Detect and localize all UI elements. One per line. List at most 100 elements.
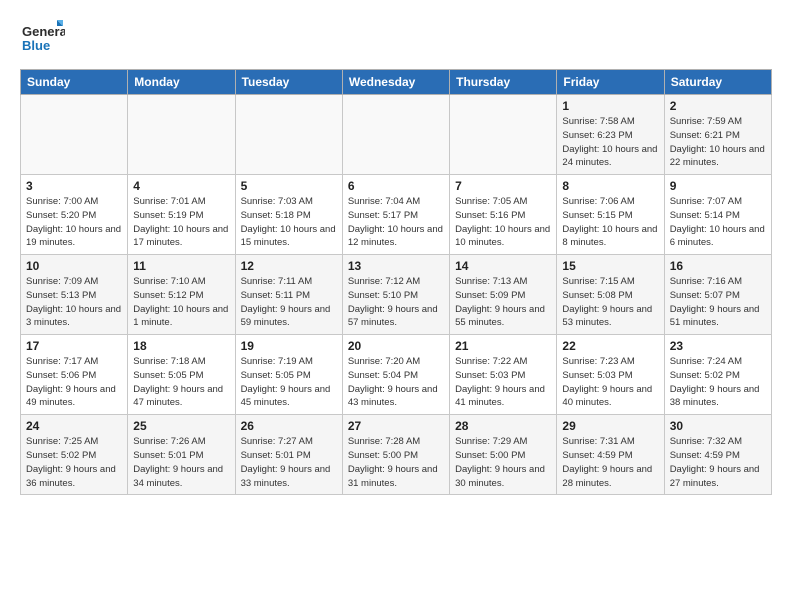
- day-number: 1: [562, 99, 658, 113]
- day-info: Sunrise: 7:58 AM Sunset: 6:23 PM Dayligh…: [562, 115, 658, 170]
- calendar-week-row: 24 Sunrise: 7:25 AM Sunset: 5:02 PM Dayli…: [21, 415, 772, 495]
- day-number: 3: [26, 179, 122, 193]
- calendar-cell: 26 Sunrise: 7:27 AM Sunset: 5:01 PM Dayli…: [235, 415, 342, 495]
- day-number: 26: [241, 419, 337, 433]
- calendar-cell: 6 Sunrise: 7:04 AM Sunset: 5:17 PM Daylig…: [342, 175, 449, 255]
- day-number: 14: [455, 259, 551, 273]
- day-info: Sunrise: 7:07 AM Sunset: 5:14 PM Dayligh…: [670, 195, 766, 250]
- calendar-week-row: 17 Sunrise: 7:17 AM Sunset: 5:06 PM Dayli…: [21, 335, 772, 415]
- col-header-friday: Friday: [557, 70, 664, 95]
- calendar-cell: 18Sunrise: 7:18 AM Sunset: 5:05 PM Dayli…: [128, 335, 235, 415]
- day-info: Sunrise: 7:00 AM Sunset: 5:20 PM Dayligh…: [26, 195, 122, 250]
- day-number: 4: [133, 179, 229, 193]
- col-header-sunday: Sunday: [21, 70, 128, 95]
- day-info: Sunrise: 7:03 AM Sunset: 5:18 PM Dayligh…: [241, 195, 337, 250]
- calendar-cell: 21 Sunrise: 7:22 AM Sunset: 5:03 PM Dayli…: [450, 335, 557, 415]
- day-number: 22: [562, 339, 658, 353]
- day-number: 24: [26, 419, 122, 433]
- day-number: 17: [26, 339, 122, 353]
- day-number: 2: [670, 99, 766, 113]
- day-info: Sunrise: 7:31 AM Sunset: 4:59 PM Dayligh…: [562, 435, 658, 490]
- day-number: 8: [562, 179, 658, 193]
- day-info: Sunrise: 7:26 AM Sunset: 5:01 PM Dayligh…: [133, 435, 229, 490]
- calendar-cell: 24 Sunrise: 7:25 AM Sunset: 5:02 PM Dayli…: [21, 415, 128, 495]
- calendar-cell: 22 Sunrise: 7:23 AM Sunset: 5:03 PM Dayli…: [557, 335, 664, 415]
- day-info: Sunrise: 7:11 AM Sunset: 5:11 PM Dayligh…: [241, 275, 337, 330]
- svg-text:Blue: Blue: [22, 38, 50, 53]
- day-info: Sunrise: 7:17 AM Sunset: 5:06 PM Dayligh…: [26, 355, 122, 410]
- logo-svg: General Blue: [20, 16, 65, 61]
- day-number: 6: [348, 179, 444, 193]
- col-header-saturday: Saturday: [664, 70, 771, 95]
- calendar-cell: 7 Sunrise: 7:05 AM Sunset: 5:16 PM Daylig…: [450, 175, 557, 255]
- calendar-cell: 25 Sunrise: 7:26 AM Sunset: 5:01 PM Dayli…: [128, 415, 235, 495]
- calendar-table: SundayMondayTuesdayWednesdayThursdayFrid…: [20, 69, 772, 495]
- calendar-cell: 17 Sunrise: 7:17 AM Sunset: 5:06 PM Dayli…: [21, 335, 128, 415]
- day-number: 23: [670, 339, 766, 353]
- day-info: Sunrise: 7:25 AM Sunset: 5:02 PM Dayligh…: [26, 435, 122, 490]
- day-info: Sunrise: 7:12 AM Sunset: 5:10 PM Dayligh…: [348, 275, 444, 330]
- day-info: Sunrise: 7:22 AM Sunset: 5:03 PM Dayligh…: [455, 355, 551, 410]
- day-number: 11: [133, 259, 229, 273]
- day-number: 27: [348, 419, 444, 433]
- day-number: 30: [670, 419, 766, 433]
- calendar-cell: 2 Sunrise: 7:59 AM Sunset: 6:21 PM Daylig…: [664, 95, 771, 175]
- calendar-cell: 19 Sunrise: 7:19 AM Sunset: 5:05 PM Dayli…: [235, 335, 342, 415]
- calendar-week-row: 10 Sunrise: 7:09 AM Sunset: 5:13 PM Dayli…: [21, 255, 772, 335]
- day-info: Sunrise: 7:04 AM Sunset: 5:17 PM Dayligh…: [348, 195, 444, 250]
- day-number: 10: [26, 259, 122, 273]
- calendar-cell: 8 Sunrise: 7:06 AM Sunset: 5:15 PM Daylig…: [557, 175, 664, 255]
- day-number: 7: [455, 179, 551, 193]
- day-info: Sunrise: 7:06 AM Sunset: 5:15 PM Dayligh…: [562, 195, 658, 250]
- day-number: 18: [133, 339, 229, 353]
- calendar-cell: [450, 95, 557, 175]
- calendar-cell: 23 Sunrise: 7:24 AM Sunset: 5:02 PM Dayli…: [664, 335, 771, 415]
- calendar-cell: [128, 95, 235, 175]
- day-number: 25: [133, 419, 229, 433]
- day-number: 21: [455, 339, 551, 353]
- calendar-cell: 9 Sunrise: 7:07 AM Sunset: 5:14 PM Daylig…: [664, 175, 771, 255]
- calendar-cell: 20Sunrise: 7:20 AM Sunset: 5:04 PM Dayli…: [342, 335, 449, 415]
- day-number: 15: [562, 259, 658, 273]
- calendar-cell: 16 Sunrise: 7:16 AM Sunset: 5:07 PM Dayli…: [664, 255, 771, 335]
- calendar-cell: [21, 95, 128, 175]
- col-header-monday: Monday: [128, 70, 235, 95]
- calendar-cell: 27 Sunrise: 7:28 AM Sunset: 5:00 PM Dayli…: [342, 415, 449, 495]
- day-info: Sunrise: 7:28 AM Sunset: 5:00 PM Dayligh…: [348, 435, 444, 490]
- col-header-thursday: Thursday: [450, 70, 557, 95]
- day-info: Sunrise: 7:23 AM Sunset: 5:03 PM Dayligh…: [562, 355, 658, 410]
- calendar-cell: 15 Sunrise: 7:15 AM Sunset: 5:08 PM Dayli…: [557, 255, 664, 335]
- logo: General Blue: [20, 16, 65, 61]
- calendar-cell: 1 Sunrise: 7:58 AM Sunset: 6:23 PM Daylig…: [557, 95, 664, 175]
- day-number: 5: [241, 179, 337, 193]
- calendar-cell: 13 Sunrise: 7:12 AM Sunset: 5:10 PM Dayli…: [342, 255, 449, 335]
- calendar-cell: 4 Sunrise: 7:01 AM Sunset: 5:19 PM Daylig…: [128, 175, 235, 255]
- day-number: 19: [241, 339, 337, 353]
- svg-text:General: General: [22, 24, 65, 39]
- day-number: 12: [241, 259, 337, 273]
- calendar-cell: 3 Sunrise: 7:00 AM Sunset: 5:20 PM Daylig…: [21, 175, 128, 255]
- day-number: 29: [562, 419, 658, 433]
- day-info: Sunrise: 7:13 AM Sunset: 5:09 PM Dayligh…: [455, 275, 551, 330]
- day-info: Sunrise: 7:59 AM Sunset: 6:21 PM Dayligh…: [670, 115, 766, 170]
- day-info: Sunrise: 7:09 AM Sunset: 5:13 PM Dayligh…: [26, 275, 122, 330]
- calendar-cell: 5 Sunrise: 7:03 AM Sunset: 5:18 PM Daylig…: [235, 175, 342, 255]
- day-number: 9: [670, 179, 766, 193]
- col-header-wednesday: Wednesday: [342, 70, 449, 95]
- calendar-cell: 10 Sunrise: 7:09 AM Sunset: 5:13 PM Dayli…: [21, 255, 128, 335]
- day-info: Sunrise: 7:15 AM Sunset: 5:08 PM Dayligh…: [562, 275, 658, 330]
- day-info: Sunrise: 7:05 AM Sunset: 5:16 PM Dayligh…: [455, 195, 551, 250]
- day-info: Sunrise: 7:19 AM Sunset: 5:05 PM Dayligh…: [241, 355, 337, 410]
- day-info: Sunrise: 7:27 AM Sunset: 5:01 PM Dayligh…: [241, 435, 337, 490]
- day-info: Sunrise: 7:01 AM Sunset: 5:19 PM Dayligh…: [133, 195, 229, 250]
- day-number: 28: [455, 419, 551, 433]
- day-number: 16: [670, 259, 766, 273]
- calendar-cell: 28 Sunrise: 7:29 AM Sunset: 5:00 PM Dayli…: [450, 415, 557, 495]
- day-info: Sunrise: 7:29 AM Sunset: 5:00 PM Dayligh…: [455, 435, 551, 490]
- day-info: Sunrise: 7:16 AM Sunset: 5:07 PM Dayligh…: [670, 275, 766, 330]
- day-info: Sunrise: 7:24 AM Sunset: 5:02 PM Dayligh…: [670, 355, 766, 410]
- calendar-cell: 12 Sunrise: 7:11 AM Sunset: 5:11 PM Dayli…: [235, 255, 342, 335]
- calendar-week-row: 1 Sunrise: 7:58 AM Sunset: 6:23 PM Daylig…: [21, 95, 772, 175]
- day-number: 13: [348, 259, 444, 273]
- calendar-header-row: SundayMondayTuesdayWednesdayThursdayFrid…: [21, 70, 772, 95]
